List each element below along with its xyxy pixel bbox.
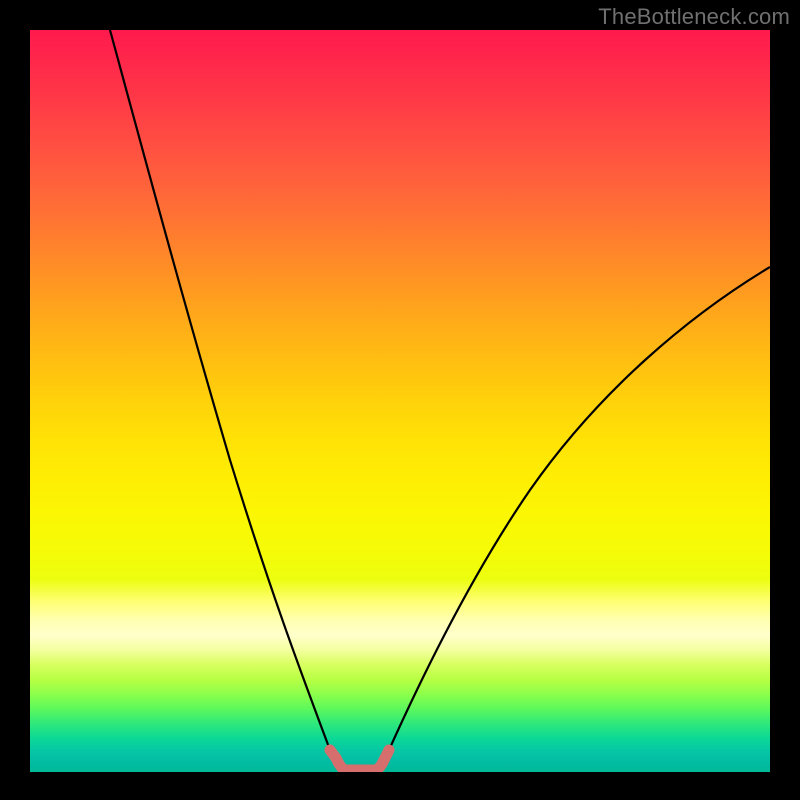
outer-black-frame: TheBottleneck.com	[0, 0, 800, 800]
curve-svg	[30, 30, 770, 772]
trough-marker-line	[330, 750, 389, 770]
watermark-text: TheBottleneck.com	[598, 4, 790, 30]
right-branch-line	[389, 267, 770, 750]
left-branch-line	[110, 30, 330, 750]
plot-area	[30, 30, 770, 772]
